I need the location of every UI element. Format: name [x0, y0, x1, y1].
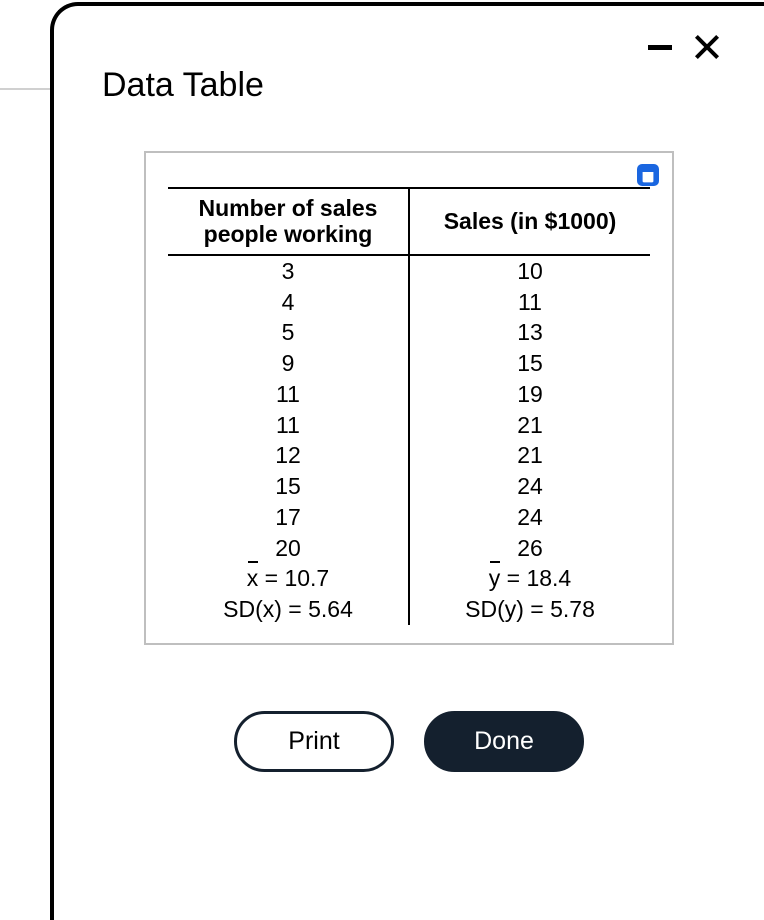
cell-x: 5	[168, 317, 410, 348]
dialog-header: Data Table	[54, 6, 764, 105]
table-row: 915	[168, 348, 650, 379]
x-mean-cell: x = 10.7	[168, 563, 410, 594]
cell-x: 15	[168, 471, 410, 502]
data-table: Number of sales people working Sales (in…	[168, 187, 650, 625]
dialog-title: Data Table	[102, 66, 264, 105]
cell-x: 11	[168, 379, 410, 410]
minimize-icon[interactable]	[648, 45, 672, 50]
table-row: 2026	[168, 533, 650, 564]
table-row: 1524	[168, 471, 650, 502]
cell-y: 26	[410, 533, 650, 564]
table-row: 1724	[168, 502, 650, 533]
cell-y: 11	[410, 287, 650, 318]
x-bar-symbol: x	[247, 564, 259, 593]
window-controls	[648, 34, 720, 60]
cell-y: 19	[410, 379, 650, 410]
y-mean-cell: y = 18.4	[410, 563, 650, 594]
cell-y: 21	[410, 410, 650, 441]
mean-row: x = 10.7 y = 18.4	[168, 563, 650, 594]
cell-y: 10	[410, 256, 650, 287]
sd-row: SD(x) = 5.64 SD(y) = 5.78	[168, 594, 650, 625]
print-button[interactable]: Print	[234, 711, 394, 772]
table-row: 513	[168, 317, 650, 348]
cell-y: 24	[410, 471, 650, 502]
sd-y-cell: SD(y) = 5.78	[410, 594, 650, 625]
cell-y: 21	[410, 440, 650, 471]
cell-x: 9	[168, 348, 410, 379]
column-header-x-line2: people working	[172, 221, 404, 247]
table-header-row: Number of sales people working Sales (in…	[168, 187, 650, 256]
table-row: 411	[168, 287, 650, 318]
done-button[interactable]: Done	[424, 711, 584, 772]
column-header-x: Number of sales people working	[168, 189, 410, 254]
cell-x: 20	[168, 533, 410, 564]
cell-x: 3	[168, 256, 410, 287]
copy-icon[interactable]	[634, 161, 662, 189]
table-row: 1119	[168, 379, 650, 410]
cell-x: 17	[168, 502, 410, 533]
table-body: 310411513915111911211221152417242026	[168, 256, 650, 564]
background-divider	[0, 88, 50, 90]
table-container: Number of sales people working Sales (in…	[144, 151, 674, 645]
sd-x-cell: SD(x) = 5.64	[168, 594, 410, 625]
close-icon[interactable]	[694, 34, 720, 60]
cell-y: 24	[410, 502, 650, 533]
cell-x: 11	[168, 410, 410, 441]
cell-y: 13	[410, 317, 650, 348]
cell-x: 4	[168, 287, 410, 318]
data-table-dialog: Data Table Number of sales people workin…	[50, 2, 764, 920]
y-mean-value: = 18.4	[500, 565, 571, 591]
table-row: 310	[168, 256, 650, 287]
y-bar-symbol: y	[489, 564, 501, 593]
cell-y: 15	[410, 348, 650, 379]
dialog-button-row: Print Done	[54, 711, 764, 772]
cell-x: 12	[168, 440, 410, 471]
table-row: 1121	[168, 410, 650, 441]
column-header-x-line1: Number of sales	[172, 195, 404, 221]
column-header-y: Sales (in $1000)	[410, 189, 650, 254]
table-row: 1221	[168, 440, 650, 471]
x-mean-value: = 10.7	[258, 565, 329, 591]
